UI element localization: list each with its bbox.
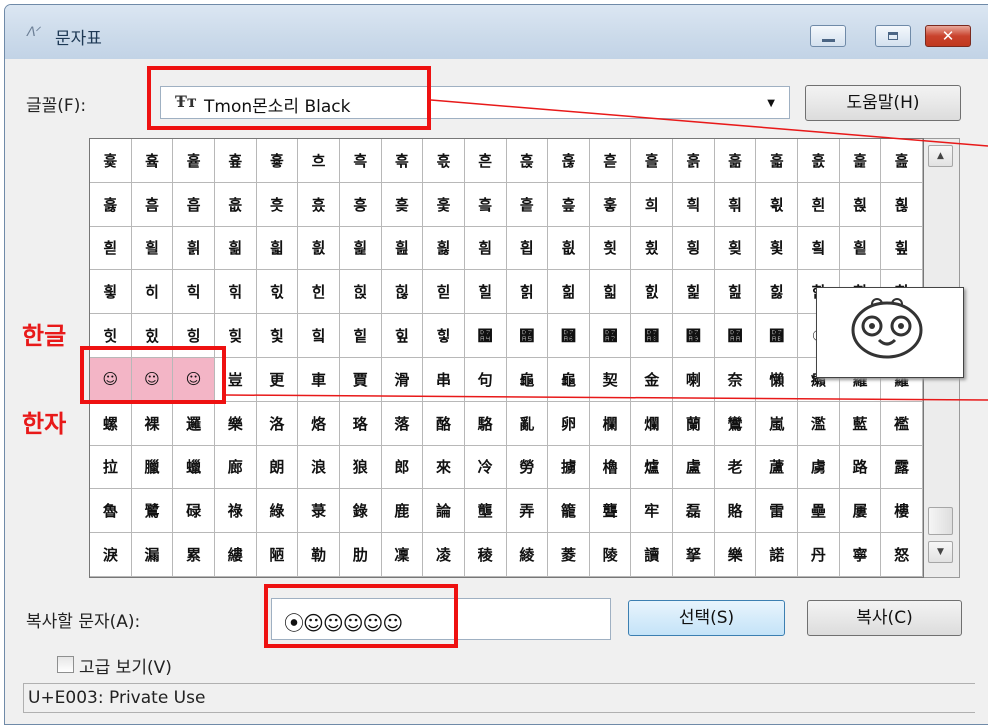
pointer-line-top xyxy=(430,99,988,147)
glyph-preview-popup xyxy=(816,287,964,378)
pointer-line-bottom xyxy=(225,394,988,401)
character-face-icon xyxy=(851,298,923,359)
